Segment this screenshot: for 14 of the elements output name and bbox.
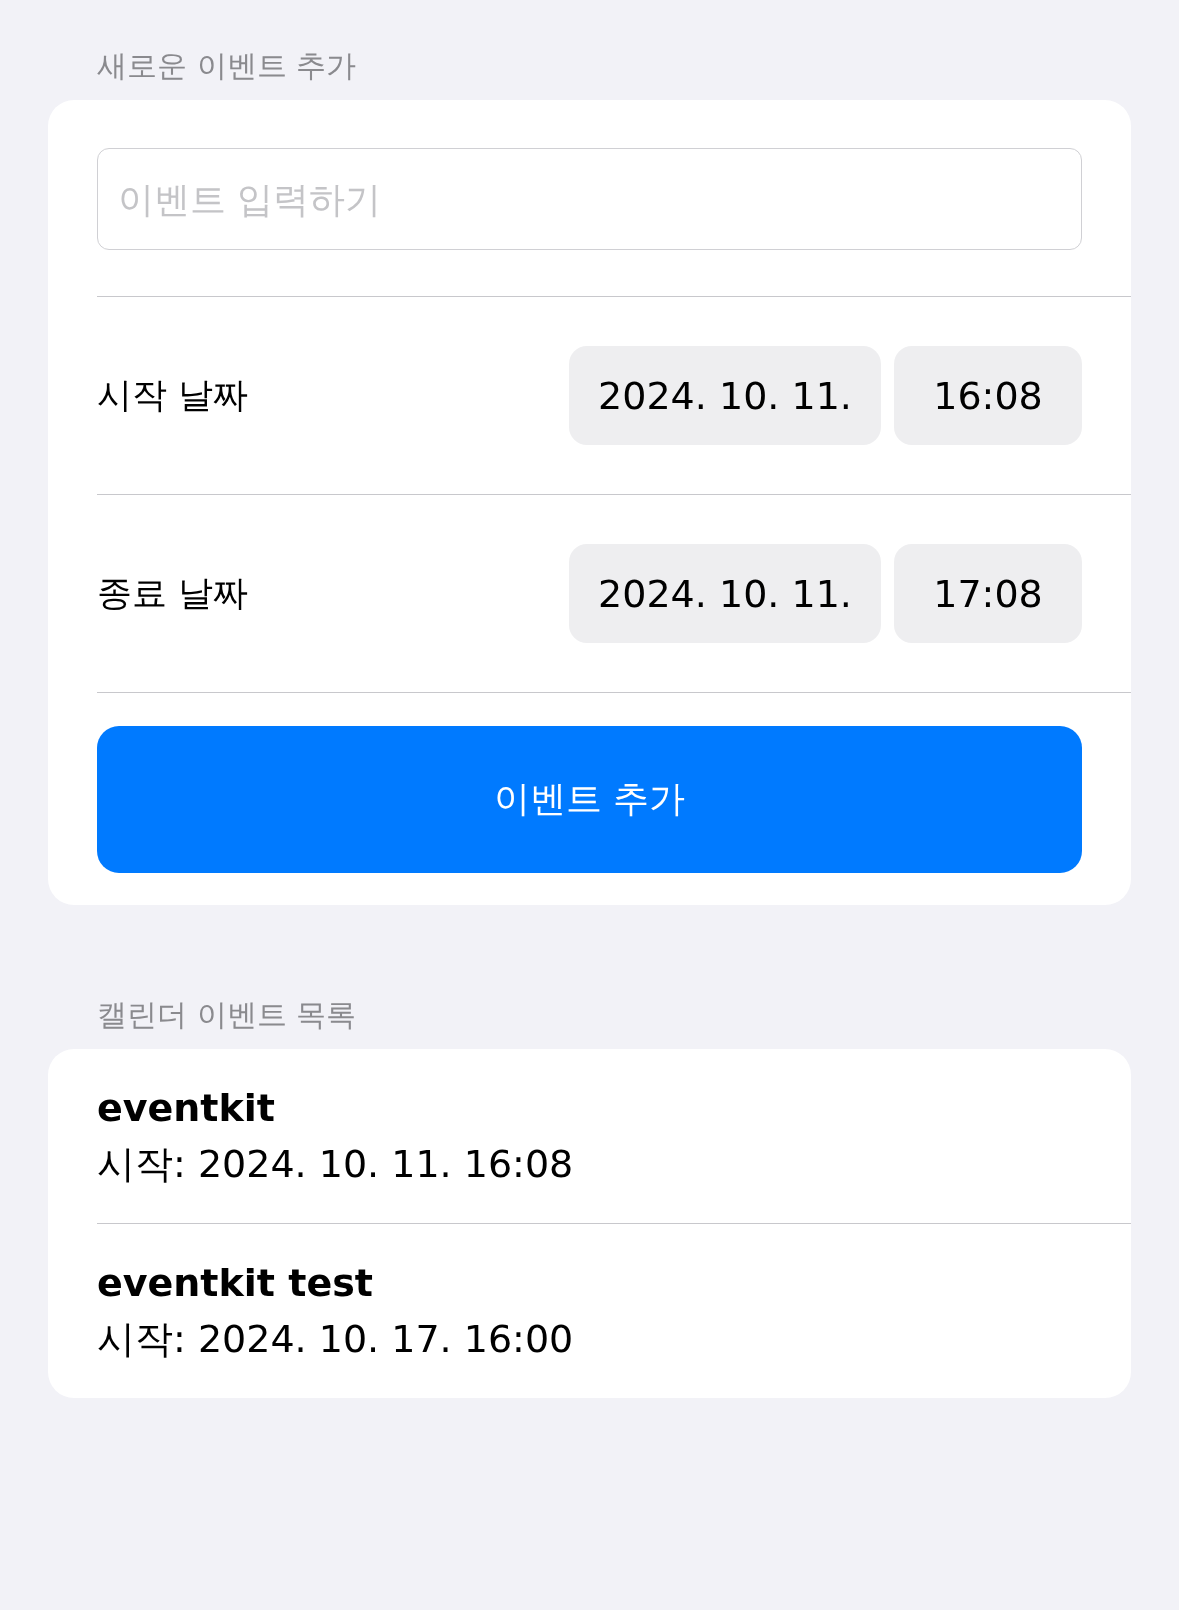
date-picker[interactable]: 2024. 10. 11. — [569, 346, 881, 445]
section-header: 캘린더 이벤트 목록 — [96, 997, 358, 1034]
date-label: 종료 날짜 — [97, 572, 250, 615]
event-title: eventkit test — [97, 1260, 374, 1307]
date-picker[interactable]: 2024. 10. 11. — [569, 544, 881, 643]
section-header: 새로운 이벤트 추가 — [96, 48, 358, 85]
event-input-field[interactable]: 이벤트 입력하기 — [97, 148, 1082, 250]
event-start-time: 시작: 2024. 10. 17. 16:00 — [97, 1316, 575, 1363]
event-title: eventkit — [97, 1085, 276, 1132]
time-picker[interactable]: 17:08 — [894, 544, 1082, 643]
time-picker[interactable]: 16:08 — [894, 346, 1082, 445]
add-event-button[interactable]: 이벤트 추가 — [97, 726, 1082, 873]
date-label: 시작 날짜 — [97, 374, 250, 417]
event-start-time: 시작: 2024. 10. 11. 16:08 — [97, 1141, 575, 1188]
